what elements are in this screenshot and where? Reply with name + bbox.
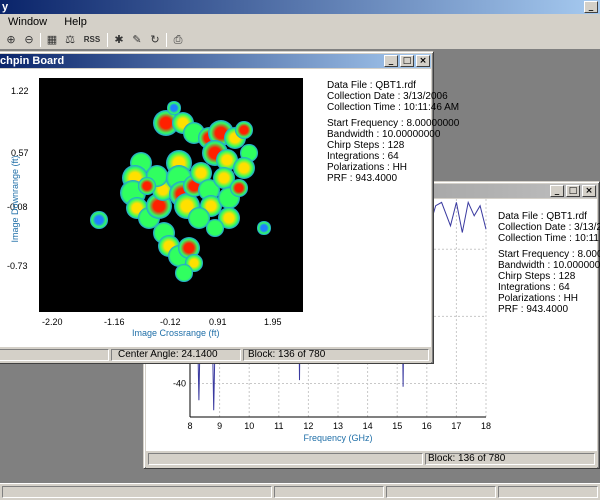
menu-help[interactable]: Help [64, 16, 87, 28]
x-tick-label: -2.20 [42, 317, 63, 327]
x-tick-label: 13 [333, 421, 343, 431]
info-start-frequency: Start Frequency : 8.0000000 [498, 249, 600, 260]
info-polarizations: Polarizations : HH [327, 162, 408, 173]
app-title: y [2, 1, 9, 13]
menu-window[interactable]: Window [8, 16, 47, 28]
scale-icon[interactable]: ⚖ [63, 33, 77, 47]
frequency-window-controls: _ □ × [550, 185, 596, 197]
x-tick-label: 0.91 [209, 317, 227, 327]
frequency-info-panel: Data File : QBT1.rdf Collection Date : 3… [498, 211, 600, 315]
app-window-controls: _ [584, 1, 598, 13]
y-axis-label: Image Downrange (ft) [10, 155, 20, 243]
x-tick-label: 18 [481, 421, 491, 431]
tools-icon[interactable]: ✎ [130, 33, 144, 47]
radar-return-blob [206, 219, 224, 237]
refresh-icon[interactable]: ↻ [148, 33, 162, 47]
status-center-angle: Center Angle: 24.1400 [111, 349, 241, 361]
zoom-out-icon[interactable]: ⊖ [22, 33, 36, 47]
image-window-title-bar[interactable]: chpin Board _ □ × [0, 54, 431, 68]
rss-icon[interactable]: RSS [81, 33, 103, 47]
x-tick-label: 8 [187, 421, 192, 431]
x-tick-label: 14 [363, 421, 373, 431]
toolbar-separator [40, 32, 41, 47]
status-pane [2, 486, 272, 498]
zoom-in-icon[interactable]: ⊕ [4, 33, 18, 47]
x-tick-label: 17 [451, 421, 461, 431]
main-status-bar [0, 483, 600, 500]
radar-image[interactable] [39, 78, 303, 312]
y-tick-label: -0.73 [7, 261, 28, 271]
maximize-button[interactable]: □ [400, 55, 414, 67]
x-tick-label: 12 [303, 421, 313, 431]
menu-bar: Window Help [0, 14, 600, 30]
toolbar-separator [107, 32, 108, 47]
wand-icon[interactable]: ✱ [112, 33, 126, 47]
x-tick-label: 9 [217, 421, 222, 431]
grid-icon[interactable]: ▦ [45, 33, 59, 47]
x-axis-label: Frequency (GHz) [303, 433, 372, 443]
info-collection-date: Collection Date : 3/13/2006 [327, 91, 448, 102]
info-bandwidth: Bandwidth : 10.00000000 [327, 129, 441, 140]
status-pane [0, 349, 109, 361]
close-button[interactable]: × [416, 55, 430, 67]
maximize-button[interactable]: □ [566, 185, 580, 197]
image-info-panel: Data File : QBT1.rdf Collection Date : 3… [327, 80, 459, 184]
x-tick-label: 11 [274, 421, 283, 431]
radar-return-blob [257, 221, 271, 235]
info-bandwidth: Bandwidth : 10.00000000 [498, 260, 600, 271]
radar-return-blob [175, 264, 193, 282]
minimize-button[interactable]: _ [584, 1, 598, 13]
info-collection-date: Collection Date : 3/13/2006 [498, 222, 600, 233]
y-tick-label: -40 [173, 378, 186, 388]
radar-return-blob [138, 177, 156, 195]
info-integrations: Integrations : 64 [498, 282, 570, 293]
status-pane [386, 486, 496, 498]
info-chirp-steps: Chirp Steps : 128 [498, 271, 576, 282]
info-chirp-steps: Chirp Steps : 128 [327, 140, 405, 151]
app-title-bar[interactable]: y _ [0, 0, 600, 14]
x-tick-label: -1.16 [104, 317, 125, 327]
x-tick-label: 16 [422, 421, 432, 431]
toolbar: ⊕ ⊖ ▦ ⚖ RSS ✱ ✎ ↻ ⎙ [0, 30, 600, 50]
radar-return-blob [90, 211, 108, 229]
x-tick-label: 1.95 [264, 317, 282, 327]
info-data-file: Data File : QBT1.rdf [498, 211, 587, 222]
status-block: Block: 136 of 780 [425, 453, 595, 465]
print-icon[interactable]: ⎙ [171, 33, 185, 47]
radar-return-blob [233, 157, 255, 179]
info-polarizations: Polarizations : HH [498, 293, 579, 304]
radar-return-blob [235, 121, 253, 139]
image-window-title: chpin Board [0, 55, 65, 67]
info-prf: PRF : 943.4000 [327, 173, 398, 184]
status-pane [498, 486, 598, 498]
info-collection-time: Collection Time : 10:11:46 AM [498, 233, 600, 244]
x-tick-label: 10 [244, 421, 254, 431]
x-tick-label: -0.12 [160, 317, 181, 327]
info-data-file: Data File : QBT1.rdf [327, 80, 416, 91]
status-pane [148, 453, 423, 465]
status-pane [274, 486, 384, 498]
image-window-controls: _ □ × [384, 55, 430, 67]
radar-return-blob [167, 101, 181, 115]
image-client: 1.22 0.57 -0.08 -0.73 Image Downrange (f… [0, 69, 459, 347]
image-status-bar: Center Angle: 24.1400 Block: 136 of 780 [0, 347, 431, 363]
info-collection-time: Collection Time : 10:11:46 AM [327, 102, 460, 113]
info-prf: PRF : 943.4000 [498, 304, 569, 315]
minimize-button[interactable]: _ [384, 55, 398, 67]
status-block: Block: 136 of 780 [243, 349, 429, 361]
radar-return-blob [230, 179, 248, 197]
info-start-frequency: Start Frequency : 8.00000000 [327, 118, 460, 129]
toolbar-separator [166, 32, 167, 47]
frequency-status-bar: Block: 136 of 780 [146, 451, 597, 468]
minimize-button[interactable]: _ [550, 185, 564, 197]
y-tick-label: 1.22 [11, 86, 29, 96]
x-tick-label: 15 [392, 421, 402, 431]
close-button[interactable]: × [582, 185, 596, 197]
x-axis-label: Image Crossrange (ft) [132, 328, 220, 338]
info-integrations: Integrations : 64 [327, 151, 399, 162]
image-window: chpin Board _ □ × 1.22 0.57 -0.08 -0.73 … [0, 51, 459, 364]
